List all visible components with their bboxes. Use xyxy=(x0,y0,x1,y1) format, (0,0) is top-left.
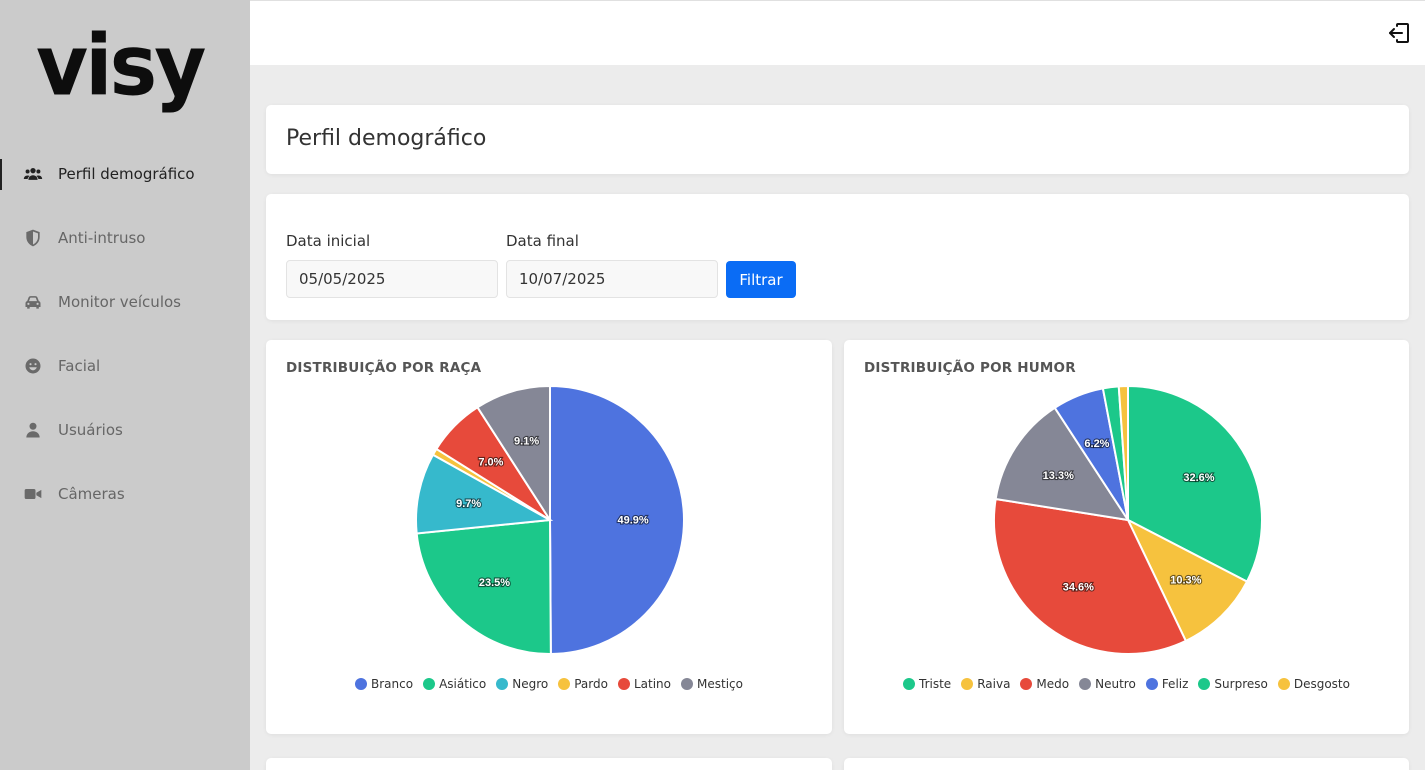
legend-label: Raiva xyxy=(977,677,1011,691)
sidebar-item-anti-intruso[interactable]: Anti-intruso xyxy=(0,206,250,270)
legend-item[interactable]: Branco xyxy=(355,677,413,691)
logo-text: visy xyxy=(36,16,206,115)
legend-swatch xyxy=(355,678,368,690)
legend-swatch xyxy=(1079,678,1092,690)
end-date-input[interactable] xyxy=(506,260,718,298)
shield-icon xyxy=(22,227,44,249)
end-date-label: Data final xyxy=(506,232,579,250)
sidebar-item-label: Anti-intruso xyxy=(58,229,146,247)
start-date-label: Data inicial xyxy=(286,232,371,250)
sidebar-item-label: Câmeras xyxy=(58,485,125,503)
mood-chart-card: DISTRIBUIÇÃO POR HUMOR 32.6% 10.3% 34.6% 13… xyxy=(844,340,1409,734)
chart-legend: Triste Raiva Medo Neutro Feliz Surpreso Desgos… xyxy=(844,677,1409,691)
user-icon xyxy=(22,419,44,441)
legend-label: Latino xyxy=(633,677,671,691)
pie-data-label: 49.9% xyxy=(617,515,648,527)
legend-swatch xyxy=(1020,678,1033,690)
legend-swatch xyxy=(617,678,630,690)
race-chart-card: DISTRIBUIÇÃO POR RAÇA 49.9% 23.5% 9.7% 7.0%… xyxy=(266,340,832,734)
pie-data-label: 9.1% xyxy=(514,435,539,447)
legend-swatch xyxy=(423,678,436,690)
legend-item[interactable]: Latino xyxy=(617,677,671,691)
legend-label: Surpreso xyxy=(1214,677,1268,691)
legend-item[interactable]: Triste xyxy=(903,677,951,691)
legend-item[interactable]: Desgosto xyxy=(1277,677,1350,691)
start-date-input[interactable] xyxy=(286,260,498,298)
legend-item[interactable]: Asiático xyxy=(423,677,486,691)
pie-data-label: 9.7% xyxy=(456,498,481,510)
sidebar-item-cameras[interactable]: Câmeras xyxy=(0,462,250,526)
legend-label: Feliz xyxy=(1161,677,1189,691)
legend-label: Triste xyxy=(919,677,952,691)
pie-data-label: 6.2% xyxy=(1084,438,1109,450)
legend-swatch xyxy=(903,678,916,690)
page-title: Perfil demográfico xyxy=(286,126,487,151)
pie-data-label: 32.6% xyxy=(1183,472,1214,484)
sidebar-item-label: Usuários xyxy=(58,421,123,439)
legend-swatch xyxy=(681,678,693,690)
pie-data-label: 10.3% xyxy=(1170,575,1201,587)
legend-swatch xyxy=(1145,678,1158,690)
page-title-card: Perfil demográfico xyxy=(266,105,1409,174)
mood-pie-chart: 32.6% 10.3% 34.6% 13.3% 6.2% xyxy=(993,384,1263,655)
legend-swatch xyxy=(1198,678,1211,690)
sidebar: visy Perfil demográfico Anti-intruso Mon… xyxy=(0,0,250,770)
end-date-field: Data final xyxy=(506,232,718,298)
pie-data-label: 13.3% xyxy=(1043,470,1074,482)
legend-item[interactable]: Neutro xyxy=(1079,677,1136,691)
logout-icon[interactable] xyxy=(1387,21,1411,45)
legend-label: Mestiço xyxy=(697,677,743,691)
sidebar-item-perfil-demografico[interactable]: Perfil demográfico xyxy=(0,142,250,206)
sidebar-nav: Perfil demográfico Anti-intruso Monitor … xyxy=(0,142,250,526)
legend-label: Neutro xyxy=(1095,677,1136,691)
legend-label: Medo xyxy=(1036,677,1070,691)
chart-legend: Branco Asiático Negro Pardo Latino Mestiço xyxy=(266,677,832,691)
legend-label: Pardo xyxy=(574,677,608,691)
legend-item[interactable]: Mestiço xyxy=(681,677,743,691)
legend-item[interactable]: Medo xyxy=(1020,677,1069,691)
filter-button[interactable]: Filtrar xyxy=(726,261,796,298)
legend-swatch xyxy=(961,678,974,690)
top-bar xyxy=(250,0,1425,65)
legend-label: Negro xyxy=(512,677,549,691)
legend-swatch xyxy=(496,678,509,690)
legend-item[interactable]: Raiva xyxy=(961,677,1010,691)
sidebar-item-usuarios[interactable]: Usuários xyxy=(0,398,250,462)
pie-data-label: 23.5% xyxy=(479,577,510,589)
pie-data-label: 34.6% xyxy=(1063,582,1094,594)
car-icon xyxy=(22,291,44,313)
legend-swatch xyxy=(1277,678,1290,690)
legend-label: Branco xyxy=(371,677,414,691)
race-pie-chart: 49.9% 23.5% 9.7% 7.0% 9.1% xyxy=(415,384,685,656)
sidebar-item-label: Perfil demográfico xyxy=(58,165,195,183)
start-date-field: Data inicial xyxy=(286,232,498,298)
legend-item[interactable]: Negro xyxy=(496,677,548,691)
video-camera-icon xyxy=(22,483,44,505)
legend-item[interactable]: Surpreso xyxy=(1198,677,1268,691)
legend-swatch xyxy=(558,678,571,690)
users-icon xyxy=(22,163,44,185)
sidebar-item-monitor-veiculos[interactable]: Monitor veículos xyxy=(0,270,250,334)
smile-icon xyxy=(22,355,44,377)
chart-card-partial xyxy=(844,758,1409,770)
sidebar-item-label: Facial xyxy=(58,357,101,375)
date-filter-card: Data inicial Data final Filtrar xyxy=(266,194,1409,320)
legend-label: Asiático xyxy=(439,677,487,691)
legend-item[interactable]: Feliz xyxy=(1145,677,1189,691)
sidebar-item-label: Monitor veículos xyxy=(58,293,181,311)
logo[interactable]: visy xyxy=(36,16,206,115)
chart-card-partial xyxy=(266,758,832,770)
pie-data-label: 7.0% xyxy=(478,457,503,469)
legend-item[interactable]: Pardo xyxy=(558,677,608,691)
legend-label: Desgosto xyxy=(1293,677,1350,691)
sidebar-item-facial[interactable]: Facial xyxy=(0,334,250,398)
